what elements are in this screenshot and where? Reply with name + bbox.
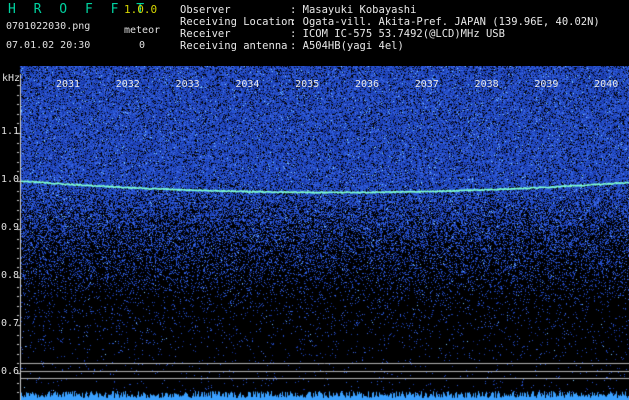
x-tick-label: 2035 bbox=[295, 79, 320, 90]
y-tick-label: 0.9 bbox=[1, 222, 20, 233]
meteor-label: meteor bbox=[124, 25, 161, 36]
y-tick-label: 1.1 bbox=[1, 126, 20, 137]
datetime: 07.01.02 20:30 bbox=[6, 40, 91, 51]
antenna-value: : A504HB(yagi 4el) bbox=[290, 40, 404, 52]
x-tick-label: 2031 bbox=[55, 79, 81, 90]
x-tick-label: 2038 bbox=[474, 79, 499, 90]
receiver-value: : ICOM IC-575 53.7492(@LCD)MHz USB bbox=[290, 28, 505, 40]
x-tick-label: 2032 bbox=[115, 79, 140, 90]
x-tick-label: 2033 bbox=[175, 79, 200, 90]
location-value: : Ogata-vill. Akita-Pref. JAPAN (139.96E… bbox=[290, 16, 600, 28]
y-tick-label: 0.7 bbox=[1, 318, 20, 329]
y-axis-unit-label: kHz bbox=[2, 73, 21, 84]
spectrogram-heatmap bbox=[0, 66, 629, 400]
receiver-label: Receiver bbox=[180, 28, 231, 40]
x-tick-label: 2039 bbox=[534, 79, 559, 90]
location-label: Receiving Location bbox=[180, 16, 294, 28]
observer-label: Observer bbox=[180, 4, 231, 16]
x-tick-label: 2040 bbox=[594, 79, 619, 90]
file-name: 0701022030.png bbox=[6, 21, 91, 32]
meteor-count: 0 bbox=[139, 40, 146, 51]
observer-value: : Masayuki Kobayashi bbox=[290, 4, 417, 16]
antenna-label: Receiving antenna bbox=[180, 40, 288, 52]
x-tick-label: 2034 bbox=[235, 79, 260, 90]
app-version: 1.0.0 bbox=[124, 3, 158, 16]
x-tick-label: 2036 bbox=[354, 79, 380, 90]
y-tick-label: 0.8 bbox=[1, 270, 20, 281]
y-tick-label: 1.0 bbox=[1, 174, 20, 185]
x-tick-label: 2037 bbox=[414, 79, 439, 90]
y-tick-label: 0.6 bbox=[1, 366, 20, 377]
